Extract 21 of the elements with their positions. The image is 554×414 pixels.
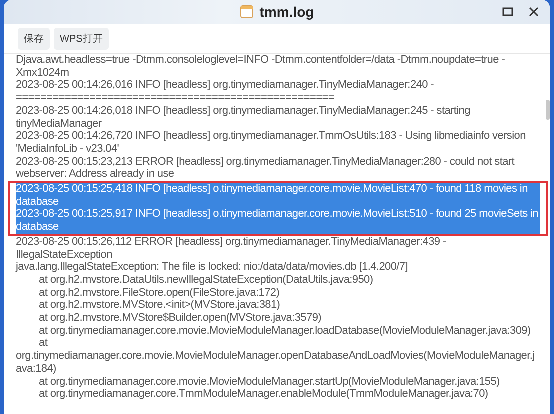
log-line: at org.h2.mvstore.MVStore.<init>(MVStore.java:381): [38, 299, 282, 312]
log-line: at org.tinymediamanager.core.movie.MovieModuleManager.startUp(MovieModuleManager.java:155): [38, 376, 501, 388]
log-line: 2023-08-25 00:14:26,018 INFO [headless] org.tinymediamanager.TinyMediaManager:245 - starting tinyMediaManager: [16, 104, 472, 130]
scrollbar-thumb[interactable]: [546, 100, 550, 120]
window-title: tmm.log: [260, 4, 314, 20]
log-line: 2023-08-25 00:15:23,213 ERROR [headless] org.tinymediamanager.TinyMediaManager:280 - could not start webserver: Address already in use: [16, 156, 516, 182]
close-icon[interactable]: [528, 6, 540, 18]
log-line: at org.tinymediamanager.core.TmmModuleManager.enableModule(TmmModuleManager.java:70): [38, 388, 490, 401]
maximize-icon[interactable]: [502, 6, 514, 18]
log-line: at org.tinymediamanager.core.movie.MovieModuleManager.loadDatabase(MovieModuleManager.java:309): [38, 324, 532, 338]
log-line: at org.h2.mvstore.DataUtils.newIllegalStateException(DataUtils.java:950): [38, 274, 374, 287]
log-line: at org.tinymediamanager.core.movie.MovieModuleManager.openDatabaseAndLoadMovies(MovieModuleManager.java:184): [16, 337, 536, 376]
log-line: Djava.awt.headless=true -Dtmm.consoleloglevel=INFO -Dtmm.contentfolder=/data -Dtmm.noupdate=true -Xmx1024m: [16, 54, 506, 80]
log-line: 2023-08-25 00:14:26,016 INFO [headless] org.tinymediamanager.TinyMediaManager:240 - ====================================================: [16, 79, 436, 105]
file-icon: [240, 5, 254, 19]
log-line: at org.h2.mvstore.MVStore$Builder.open(MVStore.java:3579): [38, 312, 323, 325]
log-line: at org.h2.mvstore.FileStore.open(FileStore.java:172): [38, 286, 281, 300]
log-line: java.lang.IllegalStateException: The file is locked: nio:/data/data/movies.db [1.4.200/7]: [16, 261, 409, 274]
toolbar-button[interactable]: 保存: [18, 28, 50, 50]
toolbar-button[interactable]: WPS打开: [54, 28, 109, 50]
log-line: 2023-08-25 00:14:26,720 INFO [headless] org.tinymediamanager.TmmOsUtils:183 - Using libmediainfo version 'MediaInfoLib - v23.04': [16, 130, 527, 156]
